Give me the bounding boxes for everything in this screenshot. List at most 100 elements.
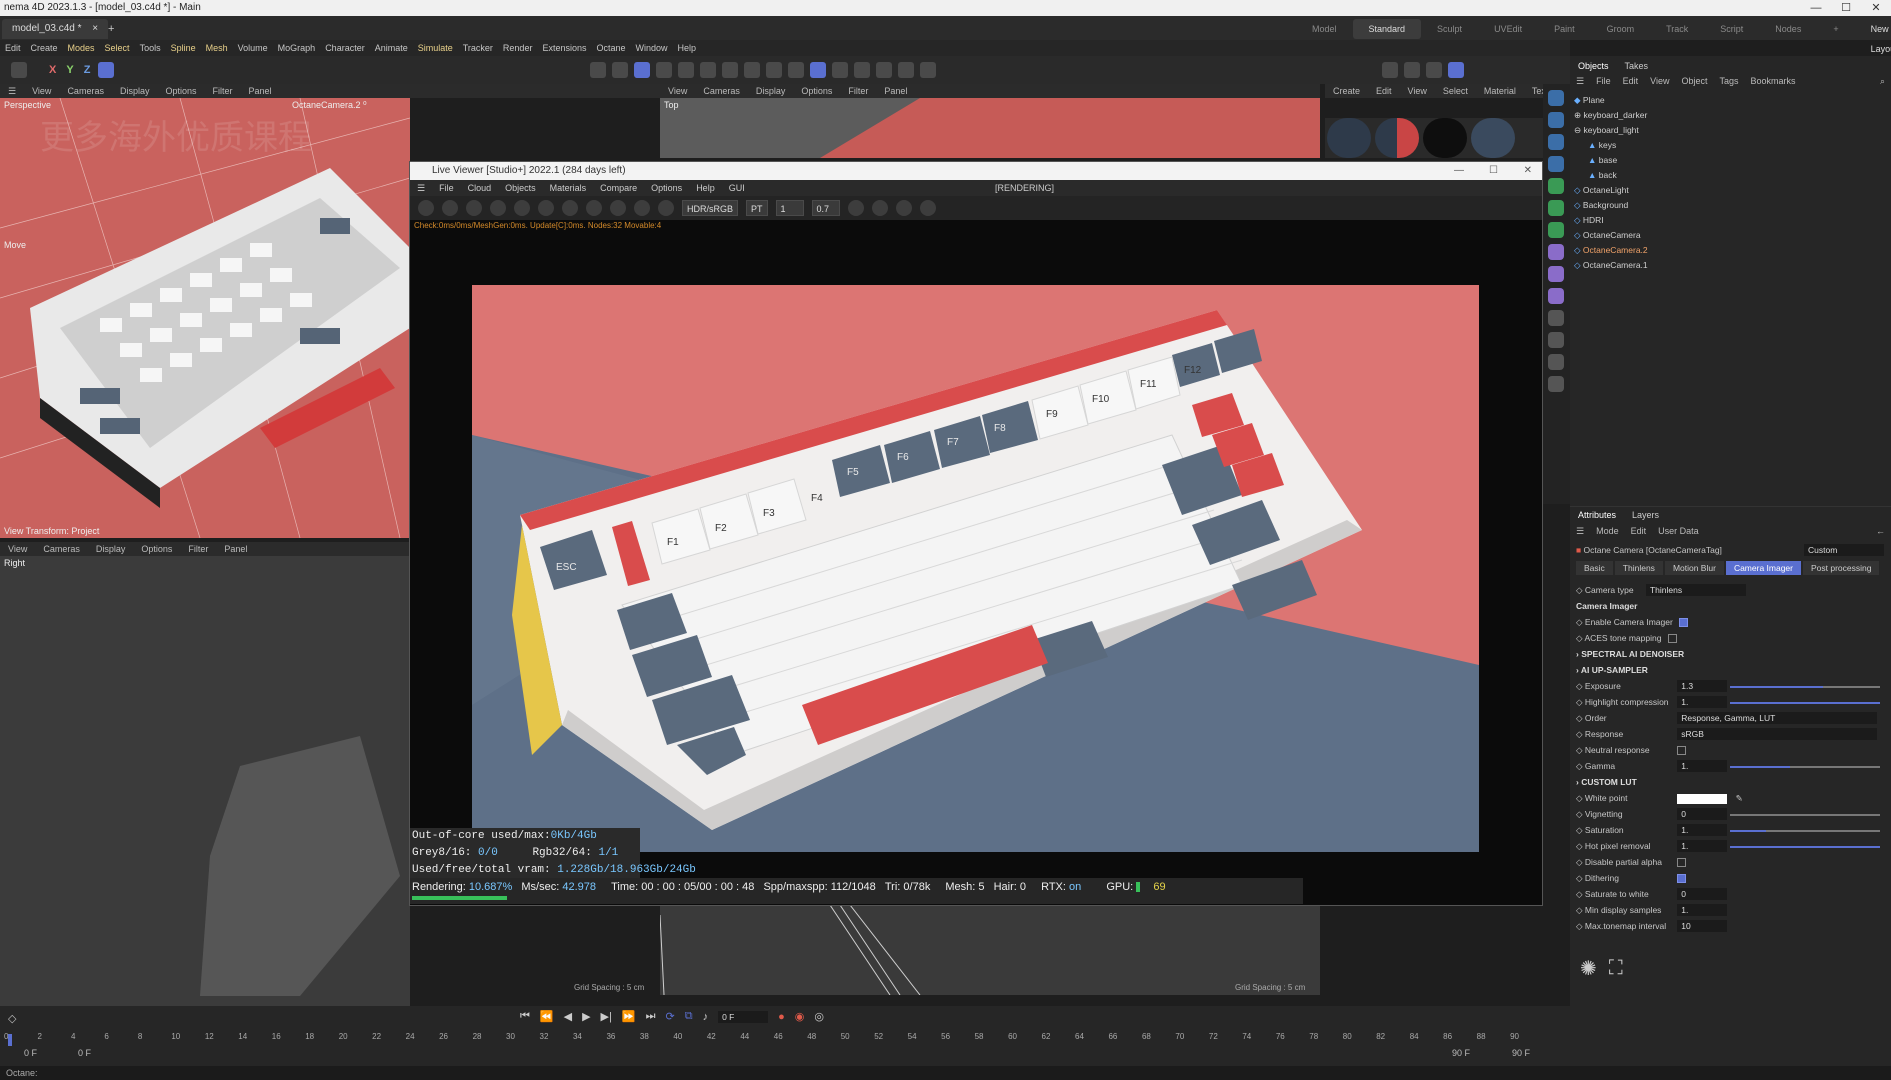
record-icon[interactable]: ● xyxy=(778,1011,785,1023)
play-icon[interactable]: ▶ xyxy=(582,1010,590,1023)
exposure-field[interactable]: 1.3 xyxy=(1677,680,1728,692)
cube-icon[interactable] xyxy=(1548,90,1564,106)
edges-mode-icon[interactable] xyxy=(678,62,695,78)
axis-x-button[interactable]: X xyxy=(49,64,56,76)
om-menu-view[interactable]: View xyxy=(1644,74,1675,88)
layout-sculpt[interactable]: Sculpt xyxy=(1421,19,1478,39)
material-picker-icon[interactable] xyxy=(658,200,674,216)
disable-alpha-checkbox[interactable] xyxy=(1677,858,1687,868)
lock-icon[interactable] xyxy=(538,200,554,216)
tab-layers[interactable]: Layers xyxy=(1624,507,1667,523)
target-icon[interactable] xyxy=(832,62,849,78)
magnet-icon[interactable] xyxy=(744,62,761,78)
light-icon[interactable] xyxy=(1548,354,1564,370)
right-viewport[interactable]: Right xyxy=(0,556,410,1006)
restart-icon[interactable] xyxy=(442,200,458,216)
primitive-icon[interactable] xyxy=(1548,134,1564,150)
lock-icon[interactable] xyxy=(766,62,783,78)
menu-mograph[interactable]: MoGraph xyxy=(273,40,321,56)
keyframe-selection-icon[interactable]: ◎ xyxy=(814,1010,824,1023)
menu-volume[interactable]: Volume xyxy=(233,40,273,56)
go-start-icon[interactable]: ⏮ xyxy=(520,1010,530,1023)
end-frame-2[interactable]: 90 F xyxy=(1512,1048,1530,1058)
axis-y-button[interactable]: Y xyxy=(66,64,73,76)
mat-menu-select[interactable]: Select xyxy=(1435,84,1476,98)
menu-modes[interactable]: Modes xyxy=(63,40,100,56)
om-menu-object[interactable]: Object xyxy=(1675,74,1713,88)
sound-icon[interactable]: ♪ xyxy=(703,1011,709,1023)
go-end-icon[interactable]: ⏭ xyxy=(646,1010,656,1023)
menu-mesh[interactable]: Mesh xyxy=(201,40,233,56)
vp2-menu-view[interactable]: View xyxy=(660,84,695,98)
next-frame-icon[interactable]: ▶| xyxy=(601,1010,612,1023)
lv-menu-gui[interactable]: GUI xyxy=(722,180,752,196)
value-field-b[interactable]: 0.7 xyxy=(811,200,840,216)
vp3-menu-filter[interactable]: Filter xyxy=(180,542,216,556)
close-icon[interactable]: × xyxy=(92,23,98,34)
order-select[interactable]: Response, Gamma, LUT xyxy=(1677,712,1878,724)
loop-icon[interactable]: ⟳ xyxy=(665,1010,674,1023)
tab-takes[interactable]: Takes xyxy=(1617,58,1657,74)
render-icon[interactable] xyxy=(1404,62,1421,78)
mat-menu-edit[interactable]: Edit xyxy=(1368,84,1400,98)
render-view-icon[interactable] xyxy=(1382,62,1399,78)
live-viewer-minimize-button[interactable]: — xyxy=(1454,162,1464,180)
menu-create[interactable]: Create xyxy=(26,40,63,56)
end-frame[interactable]: 90 F xyxy=(1452,1048,1470,1058)
preset-select[interactable]: Custom xyxy=(1804,544,1884,556)
layout-standard[interactable]: Standard xyxy=(1352,19,1422,39)
material-icon[interactable] xyxy=(920,62,937,78)
subtab-thinlens[interactable]: Thinlens xyxy=(1614,561,1663,575)
om-search-icon[interactable]: ⌕ xyxy=(1874,74,1891,88)
timeline-ruler[interactable]: 0 2 4 6 8 10 12 14 16 18 20 22 24 26 28 30 32 34 36 38 40 42 4… xyxy=(4,1030,1544,1042)
vp2-menu-options[interactable]: Options xyxy=(793,84,840,98)
am-menu-edit[interactable]: Edit xyxy=(1625,524,1653,538)
lv-menu-help[interactable]: Help xyxy=(689,180,722,196)
material-swatch-4[interactable] xyxy=(1471,118,1515,158)
tab-attributes[interactable]: Attributes xyxy=(1570,507,1624,523)
tag-icon[interactable] xyxy=(1548,376,1564,392)
object-row-hdri[interactable]: ◇ HDRI xyxy=(1574,213,1890,228)
value-field-a[interactable]: 1 xyxy=(775,200,804,216)
group-spectral-denoiser[interactable]: › SPECTRAL AI DENOISER xyxy=(1576,646,1888,662)
am-back-icon[interactable]: ← xyxy=(1870,524,1891,538)
layout-groom[interactable]: Groom xyxy=(1591,19,1651,39)
crop-icon[interactable] xyxy=(610,200,626,216)
rotate-icon[interactable] xyxy=(612,62,629,78)
vp2-menu-cameras[interactable]: Cameras xyxy=(695,84,748,98)
om-menu-bookmarks[interactable]: Bookmarks xyxy=(1745,74,1802,88)
live-viewer-maximize-button[interactable]: ☐ xyxy=(1489,162,1498,180)
axis-z-button[interactable]: Z xyxy=(84,64,91,76)
lv-menu-options[interactable]: Options xyxy=(644,180,689,196)
move-icon[interactable] xyxy=(590,62,607,78)
menu-window[interactable]: Window xyxy=(631,40,673,56)
menu-animate[interactable]: Animate xyxy=(370,40,413,56)
autokey-icon[interactable]: ◉ xyxy=(795,1010,805,1023)
vp-hamburger-icon[interactable]: ☰ xyxy=(0,84,24,98)
max-interval-field[interactable]: 10 xyxy=(1677,920,1728,932)
material-swatch-1[interactable] xyxy=(1327,118,1371,158)
undo-icon[interactable] xyxy=(11,62,27,78)
region-icon[interactable] xyxy=(490,200,506,216)
preview-icon[interactable]: ⧉ xyxy=(685,1010,693,1023)
lv-menu-file[interactable]: File xyxy=(432,180,461,196)
am-menu-mode[interactable]: Mode xyxy=(1590,524,1625,538)
vp2-menu-filter[interactable]: Filter xyxy=(840,84,876,98)
octane-setup-icon[interactable]: ✺ xyxy=(1580,956,1597,981)
add-region-icon[interactable] xyxy=(586,200,602,216)
menu-help[interactable]: Help xyxy=(673,40,702,56)
text-icon[interactable] xyxy=(1548,156,1564,172)
object-row-background[interactable]: ◇ Background xyxy=(1574,198,1890,213)
exposure-slider[interactable] xyxy=(1729,685,1880,688)
material-swatch-3[interactable] xyxy=(1423,118,1467,158)
layout-new-layouts[interactable]: New Layouts xyxy=(1855,19,1891,54)
tab-objects[interactable]: Objects xyxy=(1570,58,1617,74)
mograph-icon[interactable] xyxy=(1548,288,1564,304)
lv-menu-cloud[interactable]: Cloud xyxy=(461,180,499,196)
object-row-plane[interactable]: ◆ Plane xyxy=(1574,93,1890,108)
hot-pixel-slider[interactable] xyxy=(1729,845,1880,848)
vp3-menu-view[interactable]: View xyxy=(0,542,35,556)
layout-track[interactable]: Track xyxy=(1650,19,1704,39)
snap-icon[interactable] xyxy=(810,62,827,78)
close-button[interactable]: ✕ xyxy=(1861,0,1891,16)
